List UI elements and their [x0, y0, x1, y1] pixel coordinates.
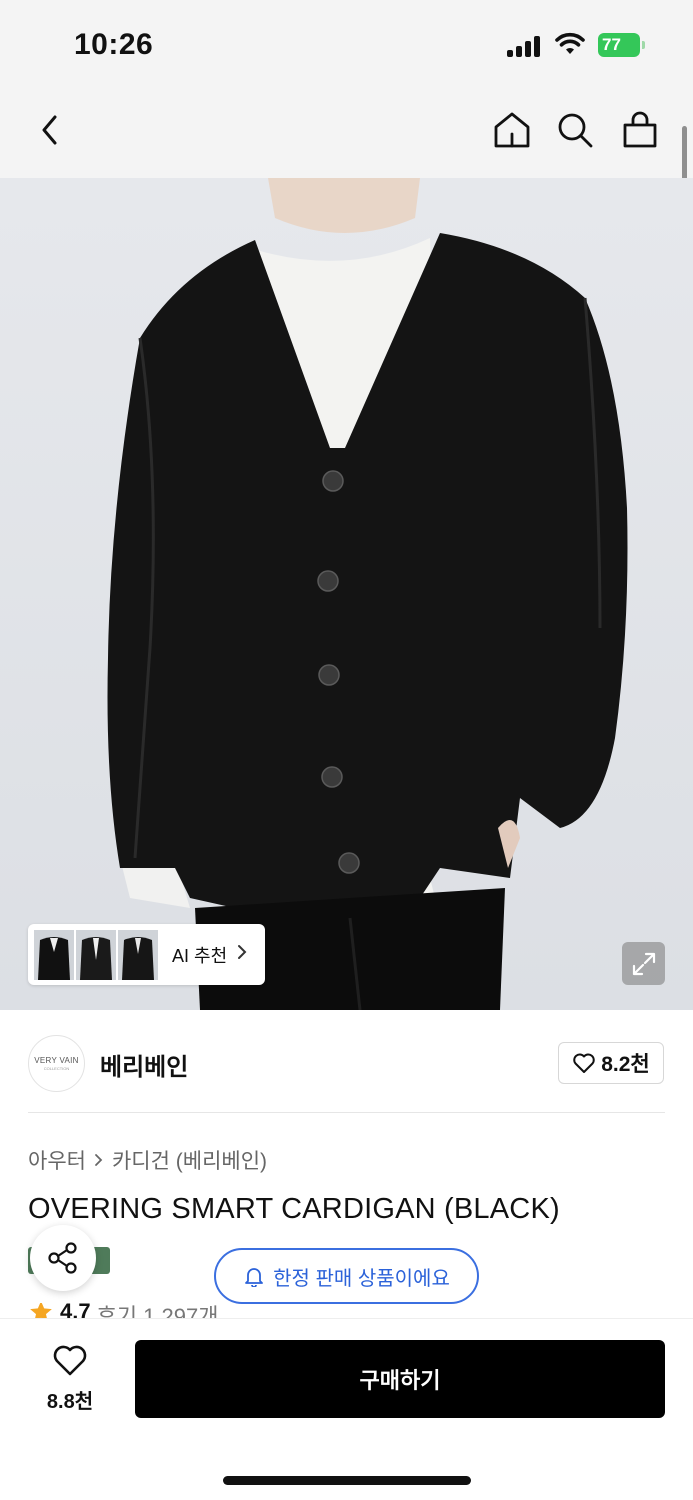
brand-logo-text: VERY VAIN: [34, 1056, 79, 1065]
review-count: 후기 1,297개: [96, 1304, 219, 1319]
nav-bar: [0, 90, 693, 178]
status-time: 10:26: [74, 28, 154, 61]
rating-score: 4.7: [60, 1303, 91, 1319]
status-bar: 10:26 77: [0, 0, 693, 90]
product-title: OVERING SMART CARDIGAN (BLACK): [28, 1193, 560, 1225]
breadcrumb-item[interactable]: 카디건 (베리베인): [112, 1145, 267, 1175]
ai-thumbnail-3: [118, 929, 158, 980]
star-icon: [30, 1303, 52, 1319]
product-image[interactable]: [0, 178, 693, 1010]
ai-thumbnail-1: [34, 929, 74, 980]
back-button[interactable]: [28, 108, 72, 152]
ai-thumbnail-2: [76, 929, 116, 980]
bell-icon: [245, 1268, 264, 1287]
rating-row[interactable]: 4.7 후기 1,297개: [28, 1303, 328, 1319]
ai-recommend-label: AI 추천: [172, 945, 228, 966]
brand-like-button[interactable]: 8.2천: [558, 1042, 664, 1084]
chevron-right-icon: [95, 1154, 103, 1166]
expand-image-button[interactable]: [622, 942, 665, 985]
search-button[interactable]: [553, 108, 597, 152]
heart-icon: [573, 1053, 595, 1073]
shopping-bag-icon: [623, 111, 657, 148]
wifi-icon: [555, 32, 585, 54]
battery-level: 77: [602, 35, 621, 54]
signal-icon: [507, 35, 543, 57]
brand-name[interactable]: 베리베인: [100, 1047, 188, 1082]
share-button[interactable]: [30, 1225, 96, 1291]
product-photo: [107, 178, 628, 1010]
chevron-right-icon: [237, 944, 247, 965]
breadcrumb: 아우터 카디건 (베리베인): [28, 1145, 267, 1175]
limited-sale-notice: 한정 판매 상품이에요: [214, 1248, 479, 1304]
brand-logo[interactable]: VERY VAIN COLLECTION: [28, 1035, 85, 1092]
limited-sale-text: 한정 판매 상품이에요: [273, 1267, 450, 1290]
share-icon: [48, 1242, 77, 1274]
expand-icon: [632, 952, 655, 975]
heart-icon: [53, 1345, 87, 1376]
home-button[interactable]: [490, 108, 534, 152]
home-icon: [494, 112, 530, 148]
buy-button[interactable]: 구매하기: [135, 1340, 665, 1418]
breadcrumb-item[interactable]: 아우터: [28, 1145, 86, 1175]
home-indicator[interactable]: [223, 1476, 471, 1485]
cart-button[interactable]: [618, 108, 662, 152]
search-icon: [558, 113, 593, 148]
brand-logo-subtext: COLLECTION: [43, 1066, 70, 1071]
wishlist-count: 8.8천: [46, 1391, 94, 1413]
ai-recommend-button[interactable]: AI 추천: [28, 924, 265, 985]
battery-icon: 77: [598, 33, 646, 57]
brand-like-count: 8.2천: [601, 1053, 650, 1076]
chevron-left-icon: [42, 115, 57, 145]
wishlist-button[interactable]: 8.8천: [38, 1345, 102, 1414]
divider: [28, 1112, 665, 1113]
